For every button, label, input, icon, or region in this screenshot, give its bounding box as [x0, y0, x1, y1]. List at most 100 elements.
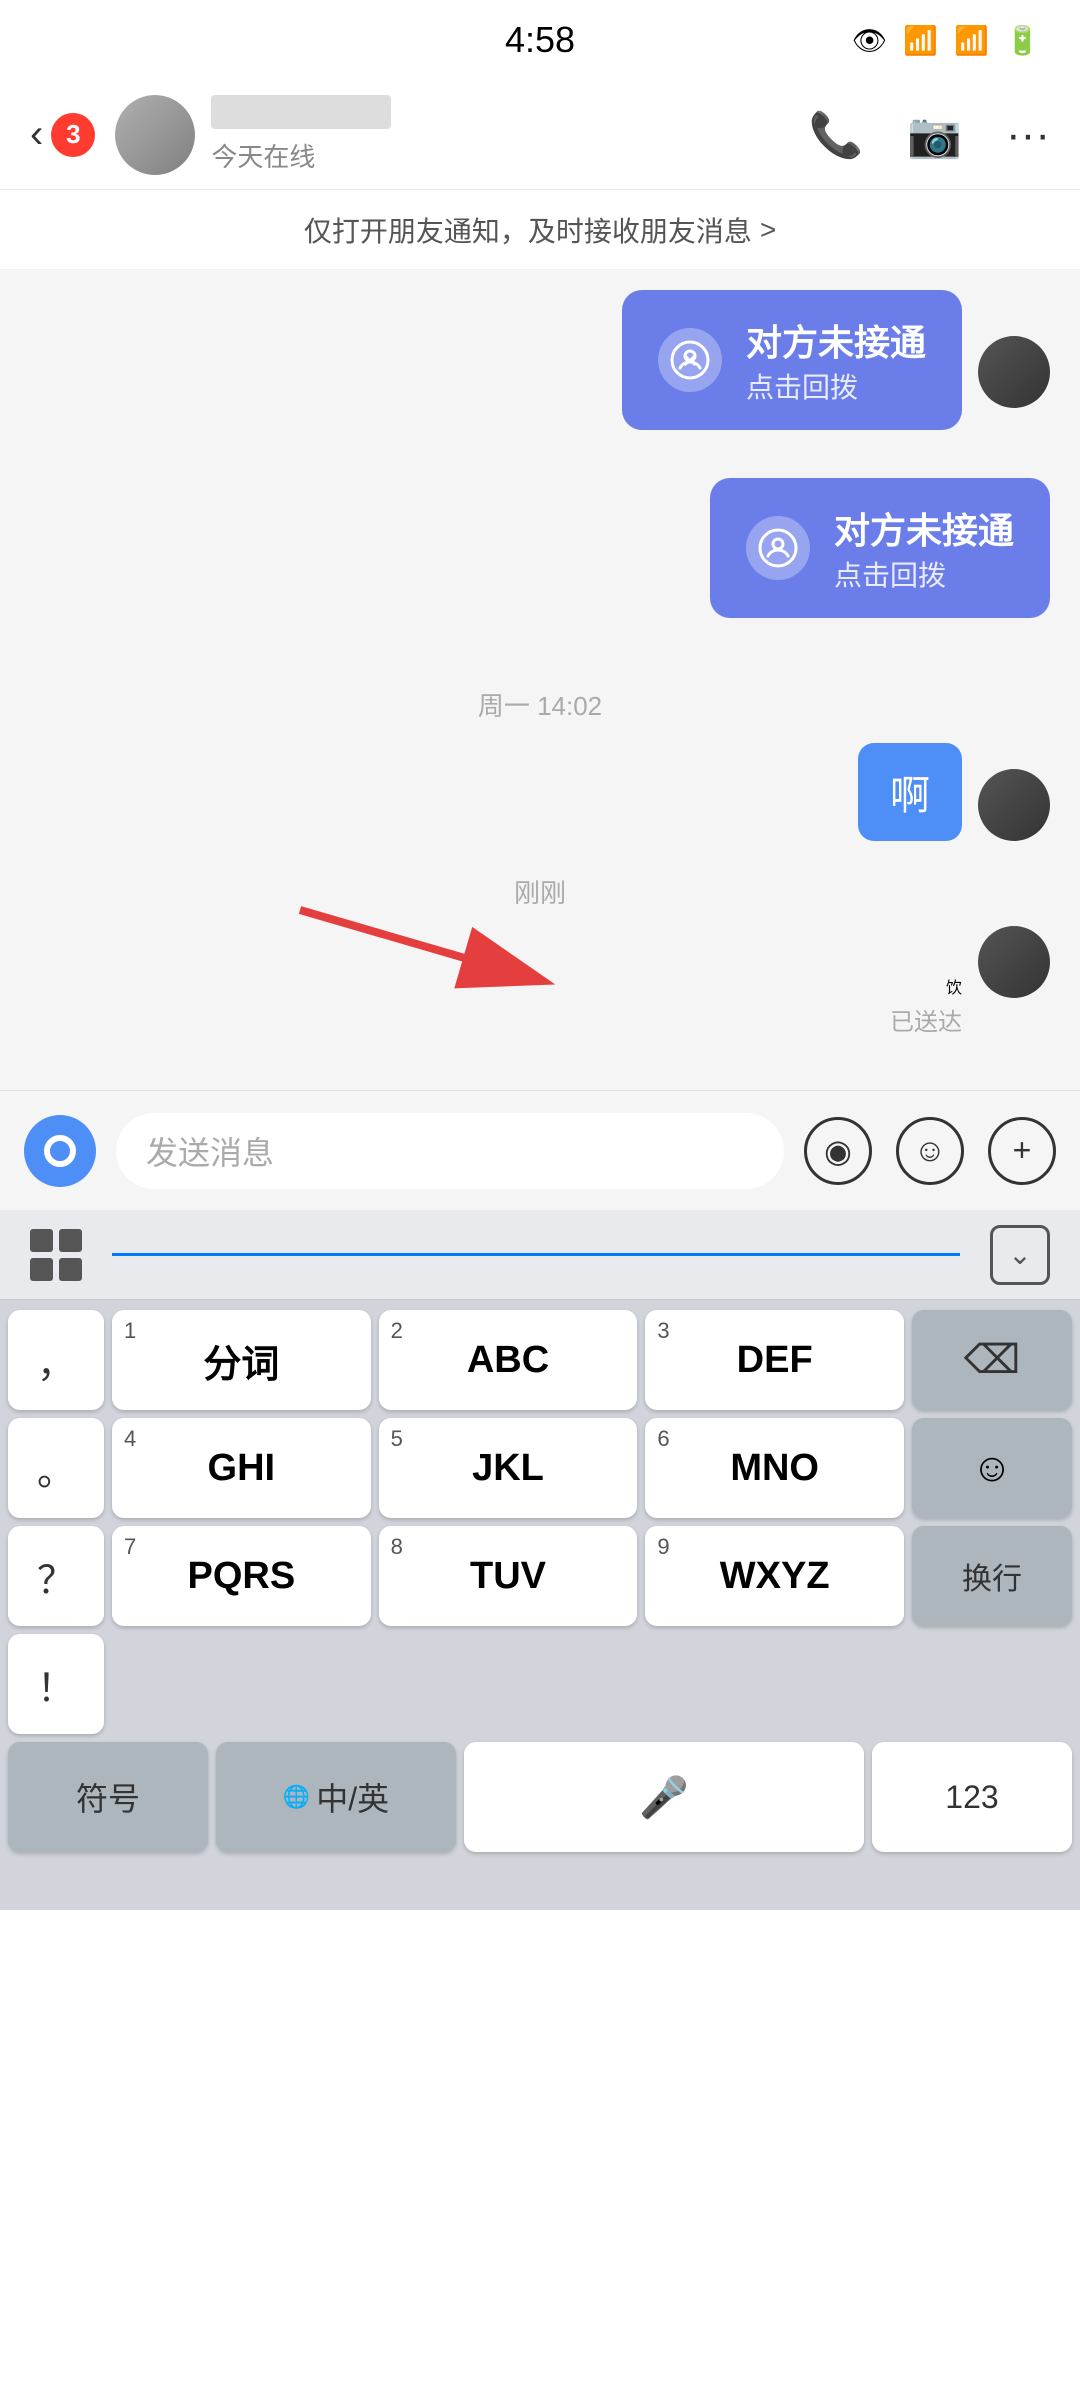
key-5-label: JKL	[472, 1447, 544, 1490]
keyboard-top-bar: ⌄	[0, 1210, 1080, 1300]
chat-header: ‹ 3 今天在线 📞 📷 ···	[0, 80, 1080, 190]
phone-icon[interactable]: 📞	[808, 109, 863, 161]
notification-text: 仅打开朋友通知，及时接收朋友消息	[304, 210, 752, 250]
sender-avatar-1	[978, 336, 1050, 408]
enter-label: 换行	[962, 1554, 1022, 1598]
key-1-num: 1	[124, 1318, 136, 1344]
message-row-1: 啊	[30, 743, 1050, 841]
key-9-wxyz[interactable]: 9 WXYZ	[645, 1526, 904, 1626]
header-actions: 📞 📷 ···	[808, 109, 1050, 161]
key-1-label: 分词	[203, 1333, 279, 1388]
key-9-num: 9	[657, 1534, 669, 1560]
status-time: 4:58	[505, 19, 575, 61]
sender-avatar-msg2	[978, 926, 1050, 998]
more-icon[interactable]: ···	[1006, 110, 1050, 160]
emoji-icon: ☺	[914, 1132, 947, 1169]
key-4-label: GHI	[208, 1447, 276, 1490]
missed-call-text-1: 对方未接通 点击回拨	[746, 314, 926, 406]
keyboard-main-row-2: 4 GHI 5 JKL 6 MNO	[112, 1418, 904, 1518]
missed-call-title-1: 对方未接通	[746, 314, 926, 366]
key-chinese[interactable]: 🌐 中/英	[216, 1742, 456, 1852]
missed-call-subtitle-1: 点击回拨	[746, 366, 926, 406]
key-2-label: ABC	[467, 1339, 549, 1382]
unread-badge: 3	[51, 113, 95, 157]
key-7-label: PQRS	[187, 1555, 295, 1598]
contact-status: 今天在线	[211, 137, 808, 174]
missed-call-row-2[interactable]: 对方未接通 点击回拨	[30, 478, 1050, 642]
keyboard-main-row-4	[112, 1634, 904, 1734]
key-exclaim[interactable]: ！	[8, 1634, 104, 1734]
key-8-tuv[interactable]: 8 TUV	[379, 1526, 638, 1626]
key-6-mno[interactable]: 6 MNO	[645, 1418, 904, 1518]
key-7-num: 7	[124, 1534, 136, 1560]
notification-arrow-icon: >	[760, 214, 776, 246]
key-4-num: 4	[124, 1426, 136, 1452]
add-button[interactable]: +	[988, 1117, 1056, 1185]
video-icon[interactable]: 📷	[907, 109, 962, 161]
add-icon: +	[1013, 1132, 1032, 1169]
keyboard-apps-icon[interactable]	[30, 1229, 82, 1281]
key-delete[interactable]: ⌫	[912, 1310, 1072, 1410]
symbol-label: 符号	[76, 1774, 140, 1820]
key-symbol[interactable]: 符号	[8, 1742, 208, 1852]
key-3-def[interactable]: 3 DEF	[645, 1310, 904, 1410]
key-2-abc[interactable]: 2 ABC	[379, 1310, 638, 1410]
key-comma[interactable]: ，	[8, 1310, 104, 1410]
key-9-label: WXYZ	[720, 1555, 830, 1598]
key-punct-col-4: ！	[8, 1634, 104, 1734]
emoji-face-icon: ☺	[972, 1446, 1013, 1491]
delete-icon: ⌫	[964, 1337, 1021, 1383]
eye-icon: 👁	[852, 24, 888, 57]
globe-icon: 🌐	[283, 1784, 310, 1810]
notification-banner[interactable]: 仅打开朋友通知，及时接收朋友消息 >	[0, 190, 1080, 270]
keyboard-cursor	[112, 1253, 960, 1256]
key-space[interactable]: 🎤	[464, 1742, 864, 1852]
key-5-num: 5	[391, 1426, 403, 1452]
signal-icon: 📶	[954, 24, 989, 57]
voice-button[interactable]	[24, 1115, 96, 1187]
missed-call-bubble-2[interactable]: 对方未接通 点击回拨	[710, 478, 1050, 618]
recent-timestamp: 刚刚	[30, 873, 1050, 910]
key-8-label: TUV	[470, 1555, 546, 1598]
contact-name	[211, 95, 391, 129]
key-5-jkl[interactable]: 5 JKL	[379, 1418, 638, 1518]
keyboard-row-2: 。 4 GHI 5 JKL 6 MNO ☺	[0, 1410, 1080, 1518]
voice-button-inner	[44, 1135, 76, 1167]
missed-call-text-2: 对方未接通 点击回拨	[834, 502, 1014, 594]
message-bubble-1: 啊	[858, 743, 962, 841]
message-input[interactable]: 发送消息	[116, 1113, 784, 1189]
keyboard-row-1: ， 1 分词 2 ABC 3 DEF ⌫	[0, 1300, 1080, 1410]
message-placeholder: 发送消息	[146, 1128, 274, 1174]
emoji-button[interactable]: ☺	[896, 1117, 964, 1185]
missed-call-bubble-1[interactable]: ✕ 对方未接通 点击回拨	[622, 290, 962, 430]
keyboard-main-row-3: 7 PQRS 8 TUV 9 WXYZ	[112, 1526, 904, 1626]
back-button[interactable]: ‹ 3	[30, 112, 95, 157]
input-bar: 发送消息 ◉ ☺ +	[0, 1090, 1080, 1210]
key-question[interactable]: ？	[8, 1526, 104, 1626]
keyboard-row-4: ！	[0, 1626, 1080, 1734]
delivered-label: 已送达	[890, 1002, 962, 1037]
key-1-fenci[interactable]: 1 分词	[112, 1310, 371, 1410]
input-actions: ◉ ☺ +	[804, 1117, 1056, 1185]
chat-area: ✕ 对方未接通 点击回拨 对方未接通	[0, 270, 1080, 1090]
key-4-ghi[interactable]: 4 GHI	[112, 1418, 371, 1518]
voice-wave-icon: ◉	[824, 1132, 852, 1170]
keyboard-hide-button[interactable]: ⌄	[990, 1225, 1050, 1285]
keyboard-bottom-row: 符号 🌐 中/英 🎤 123	[0, 1742, 1080, 1852]
key-3-label: DEF	[737, 1339, 813, 1382]
message-bubble-2: 饮	[946, 974, 962, 998]
missed-call-row-1[interactable]: ✕ 对方未接通 点击回拨	[30, 290, 1050, 454]
voice-wave-button[interactable]: ◉	[804, 1117, 872, 1185]
chinese-label: 中/英	[316, 1774, 389, 1820]
key-right-col-1: ⌫	[912, 1310, 1072, 1410]
wifi-icon: 📶	[903, 24, 938, 57]
key-punct-col-2: 。	[8, 1418, 104, 1518]
status-icons: 👁 📶 📶 🔋	[852, 24, 1040, 57]
key-period[interactable]: 。	[8, 1418, 104, 1518]
key-7-pqrs[interactable]: 7 PQRS	[112, 1526, 371, 1626]
contact-info: 今天在线	[211, 95, 808, 174]
key-enter[interactable]: 换行	[912, 1526, 1072, 1626]
key-emoji[interactable]: ☺	[912, 1418, 1072, 1518]
key-2-num: 2	[391, 1318, 403, 1344]
key-123[interactable]: 123	[872, 1742, 1072, 1852]
